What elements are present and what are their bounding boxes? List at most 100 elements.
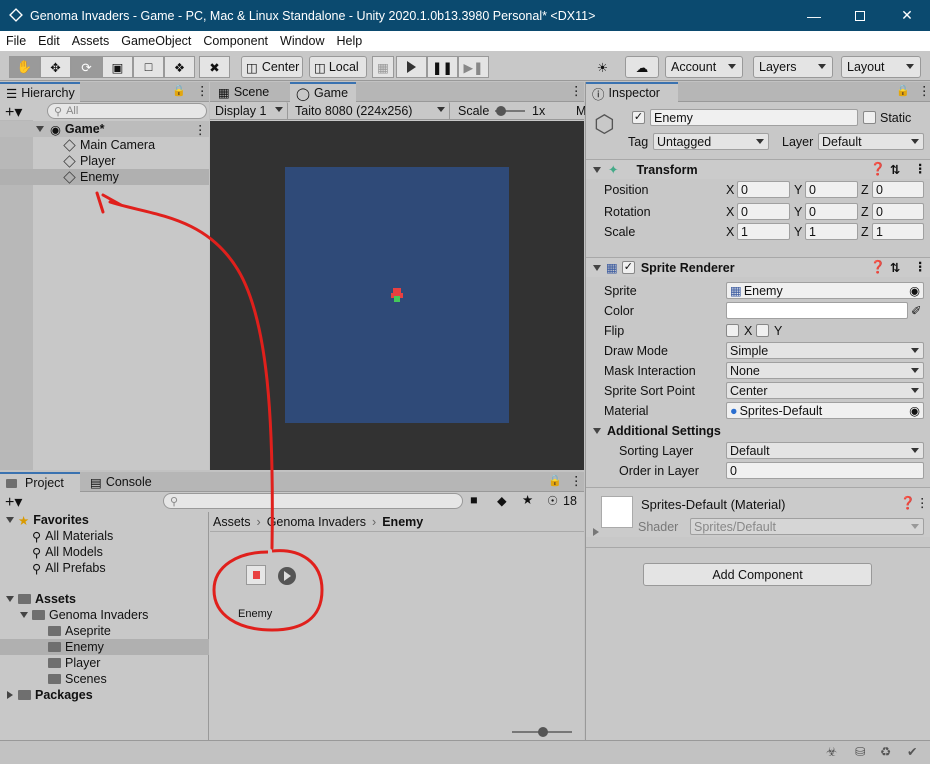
- transform-tool-button[interactable]: ❖: [164, 56, 195, 78]
- tag-dropdown[interactable]: Untagged: [653, 133, 769, 150]
- rect-tool-button[interactable]: □: [133, 56, 164, 78]
- tab-scene[interactable]: ▦ Scene: [212, 82, 286, 102]
- tab-project[interactable]: Project: [0, 472, 80, 492]
- create-asset-button[interactable]: +▾: [5, 492, 22, 512]
- eyedropper-icon[interactable]: ✐: [911, 303, 921, 318]
- order-in-layer-field[interactable]: 0: [726, 462, 924, 479]
- collab-button[interactable]: ☀: [587, 56, 618, 78]
- breadcrumb-item[interactable]: Assets: [213, 515, 251, 529]
- tab-game[interactable]: ◯ Game: [290, 82, 356, 102]
- account-dropdown[interactable]: Account: [665, 56, 743, 78]
- folder-row[interactable]: Genoma Invaders: [0, 607, 209, 623]
- material-field[interactable]: ● Sprites-Default ◉: [726, 402, 924, 419]
- menu-assets[interactable]: Assets: [66, 34, 116, 48]
- custom-tool-button[interactable]: ✖: [199, 56, 230, 78]
- layout-dropdown[interactable]: Layout: [841, 56, 921, 78]
- project-search-input[interactable]: ⚲: [163, 493, 463, 509]
- transform-header[interactable]: ✦ Transform ❓ ⇅ ⋮: [586, 159, 930, 179]
- tab-inspector[interactable]: ⓘ Inspector: [586, 82, 678, 102]
- help-icon[interactable]: ❓: [900, 496, 916, 511]
- breadcrumb-item[interactable]: Genoma Invaders: [267, 515, 366, 529]
- folder-row[interactable]: Aseprite: [0, 623, 209, 639]
- favorite-item[interactable]: ⚲ All Materials: [0, 528, 209, 544]
- component-menu-icon[interactable]: ⋮: [914, 161, 927, 176]
- panel-menu-icon[interactable]: ⋮: [918, 83, 930, 98]
- cloud-button[interactable]: ☁: [625, 56, 659, 78]
- folder-row[interactable]: Player: [0, 655, 209, 671]
- scene-menu-icon[interactable]: ⋮: [194, 122, 207, 137]
- rotation-y-field[interactable]: 0: [805, 203, 858, 220]
- enemy-asset-thumbnail[interactable]: [246, 565, 266, 585]
- layer-dropdown[interactable]: Default: [818, 133, 924, 150]
- game-viewport[interactable]: [210, 121, 584, 470]
- database-icon[interactable]: ⛁: [855, 744, 865, 759]
- help-icon[interactable]: ❓: [870, 162, 886, 177]
- add-component-button[interactable]: Add Component: [643, 563, 872, 586]
- sorting-layer-dropdown[interactable]: Default: [726, 442, 924, 459]
- display-dropdown[interactable]: Display 1: [210, 102, 288, 120]
- check-icon[interactable]: ✔: [907, 744, 917, 759]
- preset-icon[interactable]: ⇅: [890, 162, 900, 177]
- step-button[interactable]: ▶❚: [458, 56, 489, 78]
- rotation-z-field[interactable]: 0: [872, 203, 924, 220]
- hierarchy-item[interactable]: Player: [0, 153, 209, 169]
- sort-point-dropdown[interactable]: Center: [726, 382, 924, 399]
- lock-icon[interactable]: 🔒: [172, 84, 186, 97]
- layers-dropdown[interactable]: Layers: [753, 56, 833, 78]
- scale-slider-handle[interactable]: [496, 106, 506, 116]
- static-checkbox[interactable]: [863, 111, 876, 124]
- menu-edit[interactable]: Edit: [32, 34, 66, 48]
- mask-interaction-dropdown[interactable]: None: [726, 362, 924, 379]
- scale-z-field[interactable]: 1: [872, 223, 924, 240]
- position-y-field[interactable]: 0: [805, 181, 858, 198]
- favorite-item[interactable]: ⚲ All Prefabs: [0, 560, 209, 576]
- hierarchy-item-selected[interactable]: Enemy: [0, 169, 209, 185]
- color-swatch[interactable]: [726, 302, 908, 319]
- scene-row[interactable]: ◉ Game* ⋮: [0, 121, 209, 137]
- resolution-dropdown[interactable]: Taito 8080 (224x256): [290, 102, 450, 120]
- hierarchy-item[interactable]: Main Camera: [0, 137, 209, 153]
- menu-file[interactable]: File: [0, 34, 32, 48]
- menu-help[interactable]: Help: [330, 34, 368, 48]
- filter-label-icon[interactable]: ◆: [497, 493, 507, 508]
- panel-menu-icon[interactable]: ⋮: [570, 473, 583, 488]
- component-menu-icon[interactable]: ⋮: [916, 495, 929, 510]
- tab-hierarchy[interactable]: ☰ Hierarchy: [0, 82, 80, 102]
- panel-menu-icon[interactable]: ⋮: [570, 83, 583, 98]
- rotate-tool-button[interactable]: ⟳: [71, 56, 102, 78]
- panel-menu-icon[interactable]: ⋮: [196, 83, 209, 98]
- favorite-star-icon[interactable]: ★: [522, 492, 533, 507]
- favorites-row[interactable]: ★ Favorites: [0, 512, 209, 528]
- scale-tool-button[interactable]: ▣: [102, 56, 133, 78]
- maximize-button[interactable]: [837, 0, 883, 31]
- additional-settings-foldout[interactable]: Additional Settings: [586, 423, 930, 439]
- scale-y-field[interactable]: 1: [805, 223, 858, 240]
- active-checkbox[interactable]: ✓: [632, 111, 645, 124]
- flip-x-checkbox[interactable]: [726, 324, 739, 337]
- favorite-item[interactable]: ⚲ All Models: [0, 544, 209, 560]
- lock-icon[interactable]: 🔒: [896, 84, 910, 97]
- move-tool-button[interactable]: ✥: [40, 56, 71, 78]
- snap-button[interactable]: ▦: [372, 56, 394, 78]
- shader-dropdown[interactable]: Sprites/Default: [690, 518, 924, 535]
- menu-component[interactable]: Component: [197, 34, 274, 48]
- assets-root-row[interactable]: Assets: [0, 591, 209, 607]
- folder-row-selected[interactable]: Enemy: [0, 639, 209, 655]
- folder-row[interactable]: Scenes: [0, 671, 209, 687]
- breadcrumb-current[interactable]: Enemy: [382, 515, 423, 529]
- pivot-center-button[interactable]: ◫ Center: [241, 56, 303, 78]
- object-name-field[interactable]: Enemy: [650, 109, 858, 126]
- add-object-button[interactable]: +▾: [5, 102, 22, 122]
- hierarchy-search-input[interactable]: ⚲ All: [47, 103, 207, 119]
- minimize-button[interactable]: —: [791, 0, 837, 31]
- packages-row[interactable]: Packages: [0, 687, 209, 703]
- zoom-slider-handle[interactable]: [538, 727, 548, 737]
- lock-icon[interactable]: 🔒: [548, 474, 562, 487]
- preset-icon[interactable]: ⇅: [890, 260, 900, 275]
- pivot-local-button[interactable]: ◫ Local: [309, 56, 367, 78]
- rotation-x-field[interactable]: 0: [737, 203, 790, 220]
- component-menu-icon[interactable]: ⋮: [914, 259, 927, 274]
- bug-icon[interactable]: ☣: [826, 744, 837, 759]
- draw-mode-dropdown[interactable]: Simple: [726, 342, 924, 359]
- component-enabled-checkbox[interactable]: ✓: [621, 261, 635, 274]
